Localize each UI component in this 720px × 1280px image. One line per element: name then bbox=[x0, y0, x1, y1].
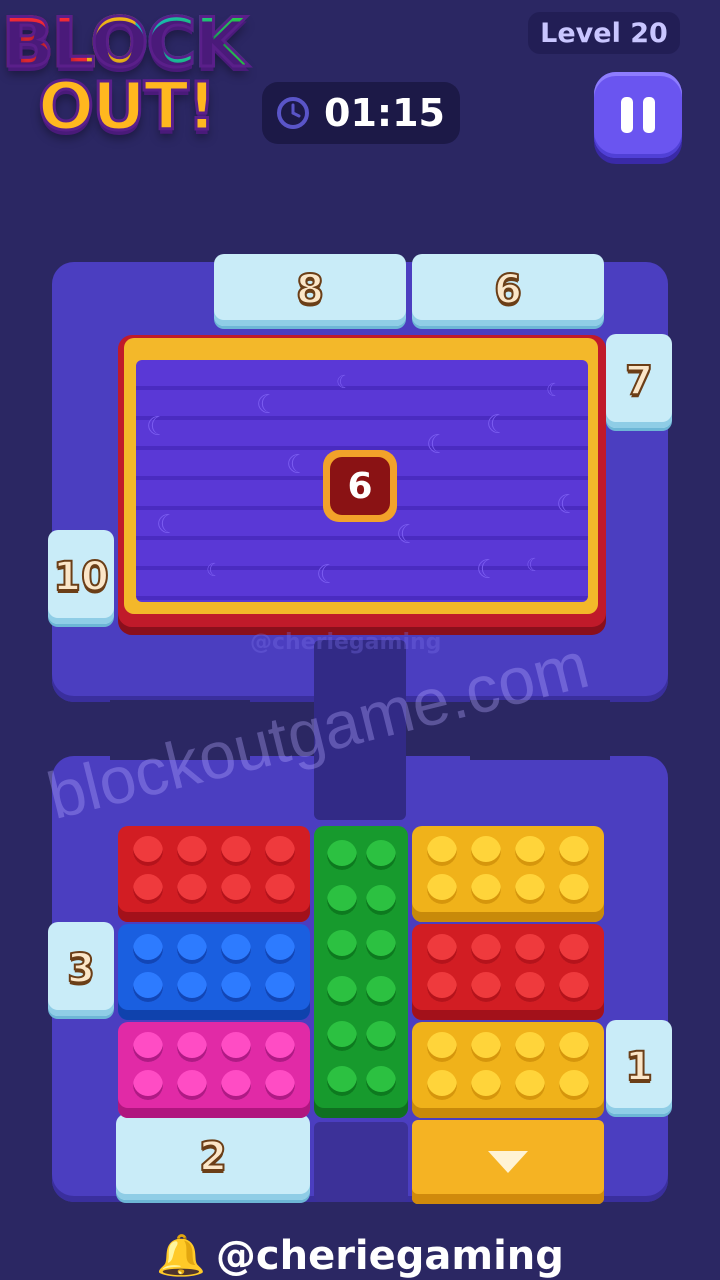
gate-top-6: 6 bbox=[412, 254, 604, 326]
pause-button[interactable] bbox=[594, 72, 682, 158]
logo-line-2: OUT! bbox=[37, 67, 219, 147]
moon-icon: ☾ bbox=[546, 380, 563, 401]
game-logo: BLOCK OUT! bbox=[0, 0, 270, 150]
gate-left-3: 3 bbox=[48, 922, 114, 1016]
moon-icon: ☾ bbox=[206, 560, 223, 581]
footer-credit: 🔔 @cheriegaming bbox=[0, 1232, 720, 1279]
blocker-counter-value: 6 bbox=[330, 457, 390, 515]
blocker-counter: 6 bbox=[323, 450, 397, 522]
gate-bottom-2: 2 bbox=[116, 1114, 310, 1200]
clock-icon bbox=[277, 97, 309, 129]
pause-icon bbox=[621, 97, 655, 133]
moon-icon: ☾ bbox=[146, 412, 170, 442]
bell-icon: 🔔 bbox=[156, 1233, 206, 1279]
green-block[interactable] bbox=[314, 826, 408, 1118]
arrow-down-icon bbox=[488, 1151, 528, 1173]
yellow-exit-arrow-block[interactable] bbox=[412, 1120, 604, 1204]
moon-icon: ☾ bbox=[526, 555, 543, 576]
footer-handle: @cheriegaming bbox=[215, 1233, 564, 1279]
red-block-right[interactable] bbox=[412, 924, 604, 1020]
timer-value: 01:15 bbox=[324, 91, 445, 135]
yellow-block-top[interactable] bbox=[412, 826, 604, 922]
red-block[interactable] bbox=[118, 826, 310, 922]
blue-block[interactable] bbox=[118, 924, 310, 1020]
level-indicator: Level 20 bbox=[528, 12, 680, 54]
moon-icon: ☾ bbox=[256, 390, 280, 420]
moon-icon: ☾ bbox=[316, 560, 340, 590]
watermark-handle: @cheriegaming bbox=[250, 630, 442, 655]
gate-top-8: 8 bbox=[214, 254, 406, 326]
pink-block[interactable] bbox=[118, 1022, 310, 1118]
gate-right-7: 7 bbox=[606, 334, 672, 428]
moon-icon: ☾ bbox=[476, 555, 500, 585]
moon-icon: ☾ bbox=[396, 520, 420, 550]
timer: 01:15 bbox=[262, 82, 460, 144]
moon-icon: ☾ bbox=[156, 510, 180, 540]
moon-icon: ☾ bbox=[286, 450, 310, 480]
moon-icon: ☾ bbox=[486, 410, 510, 440]
empty-cell bbox=[314, 1122, 408, 1202]
moon-icon: ☾ bbox=[336, 372, 353, 393]
gate-right-1: 1 bbox=[606, 1020, 672, 1114]
level-label: Level 20 bbox=[540, 17, 668, 49]
yellow-block-bottom[interactable] bbox=[412, 1022, 604, 1118]
moon-icon: ☾ bbox=[426, 430, 450, 460]
gate-left-10: 10 bbox=[48, 530, 114, 624]
moon-icon: ☾ bbox=[556, 490, 580, 520]
